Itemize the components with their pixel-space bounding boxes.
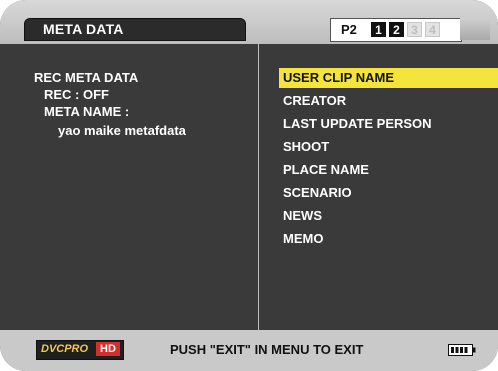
meta-name-label: META NAME : [44,104,130,119]
footer-bar: DVCPRO HD PUSH "EXIT" IN MENU TO EXIT [0,330,498,371]
rec-meta-heading: REC META DATA [34,70,139,85]
menu-item-memo[interactable]: MEMO [279,229,498,249]
dvcpro-hd-logo: DVCPRO HD [36,340,124,360]
p2-label: P2 [341,22,357,37]
battery-icon [448,344,476,356]
header-bar: META DATA P2 1 2 3 4 [0,0,498,44]
header-accent [460,18,490,40]
logo-dvcpro-text: DVCPRO [41,343,89,355]
menu-item-news[interactable]: NEWS [279,206,498,226]
rec-meta-panel: REC META DATA REC : OFF META NAME : yao … [14,44,258,330]
menu-item-scenario[interactable]: SCENARIO [279,183,498,203]
card-slot-4: 4 [425,22,440,37]
page-title: META DATA [43,21,124,37]
card-slot-2: 2 [389,22,404,37]
title-tab: META DATA [24,18,246,41]
card-slot-1: 1 [371,22,386,37]
logo-hd-text: HD [96,342,120,356]
menu-item-creator[interactable]: CREATOR [279,91,498,111]
menu-item-place-name[interactable]: PLACE NAME [279,160,498,180]
menu-item-last-update-person[interactable]: LAST UPDATE PERSON [279,114,498,134]
menu-item-user-clip-name[interactable]: USER CLIP NAME [279,68,498,88]
rec-status: REC : OFF [44,87,109,102]
camera-menu-screen: META DATA P2 1 2 3 4 REC META DATA REC :… [0,0,498,371]
metadata-menu: USER CLIP NAME CREATOR LAST UPDATE PERSO… [259,44,498,330]
menu-item-shoot[interactable]: SHOOT [279,137,498,157]
p2-card-status: P2 1 2 3 4 [330,18,462,42]
exit-instruction: PUSH "EXIT" IN MENU TO EXIT [170,342,364,357]
meta-name-value: yao maike metafdata [58,123,186,138]
card-slot-3: 3 [407,22,422,37]
